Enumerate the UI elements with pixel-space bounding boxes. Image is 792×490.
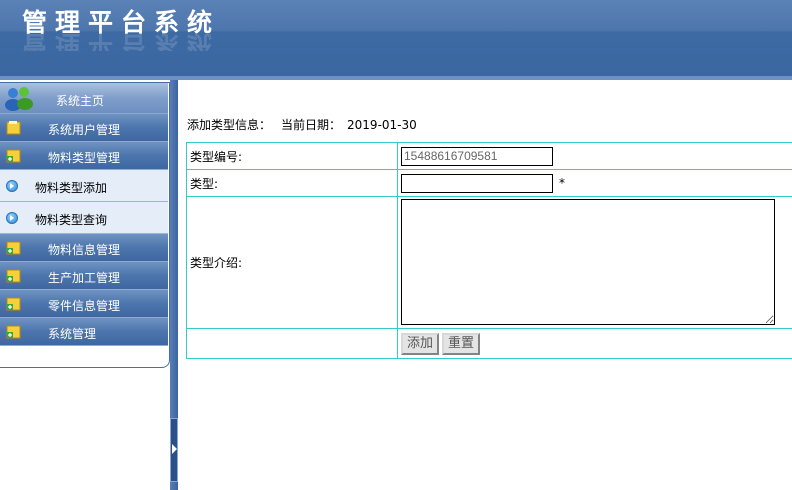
type-input[interactable] — [401, 173, 553, 193]
arrow-circle-icon — [6, 180, 18, 192]
sidebar-item-home[interactable]: 系统主页 — [0, 83, 168, 114]
page-info: 添加类型信息： 当前日期： 2019-01-30 — [187, 116, 427, 133]
add-type-form: 类型编号: 类型: * 类型介绍: 添加重置 — [186, 142, 792, 359]
sidebar-item-label: 物料类型添加 — [35, 181, 108, 195]
sidebar-item-label: 系统主页 — [56, 94, 105, 108]
folder-add-icon — [6, 269, 21, 283]
sidebar-item-label: 物料类型查询 — [35, 213, 108, 227]
sidebar-item-label: 零件信息管理 — [48, 299, 121, 313]
folder-icon — [6, 121, 21, 135]
chevron-right-icon — [172, 444, 177, 454]
folder-add-icon — [6, 241, 21, 255]
date-value: 2019-01-30 — [347, 118, 417, 132]
date-label: 当前日期： — [281, 118, 342, 132]
sidebar-item-label: 系统用户管理 — [48, 123, 121, 137]
sidebar-menu: 系统主页 系统用户管理 物料类型管理 物料类型添加 物料类型查询 物料信息管理 — [0, 82, 170, 368]
arrow-circle-icon — [6, 212, 18, 224]
form-row-intro: 类型介绍: — [186, 196, 792, 329]
code-input[interactable] — [401, 146, 553, 166]
form-row-code: 类型编号: — [186, 142, 792, 170]
folder-add-icon — [6, 325, 21, 339]
sidebar-item-production[interactable]: 生产加工管理 — [0, 262, 168, 290]
sidebar-item-label: 物料信息管理 — [48, 243, 121, 257]
sidebar-item-material-types[interactable]: 物料类型管理 — [0, 142, 168, 170]
sidebar-item-label: 物料类型管理 — [48, 151, 121, 165]
code-label: 类型编号: — [186, 142, 398, 170]
header-banner: 管理平台系统 管理平台系统 — [0, 0, 792, 80]
add-button[interactable]: 添加 — [401, 332, 440, 355]
users-icon — [5, 87, 33, 111]
sidebar-subitem-query-type[interactable]: 物料类型查询 — [0, 202, 168, 234]
required-mark: * — [559, 176, 565, 190]
reset-button[interactable]: 重置 — [442, 332, 481, 355]
form-row-type: 类型: * — [186, 169, 792, 197]
app-title-reflection: 管理平台系统 — [22, 31, 221, 51]
type-label: 类型: — [186, 169, 398, 197]
intro-textarea[interactable] — [401, 199, 775, 325]
page-title: 添加类型信息： — [187, 118, 272, 132]
sidebar-item-material-info[interactable]: 物料信息管理 — [0, 234, 168, 262]
sidebar-item-label: 生产加工管理 — [48, 271, 121, 285]
folder-add-icon — [6, 297, 21, 311]
intro-label: 类型介绍: — [186, 196, 398, 329]
sidebar-toggle-button[interactable] — [170, 418, 178, 482]
sidebar-item-users[interactable]: 系统用户管理 — [0, 114, 168, 142]
form-row-actions: 添加 重置 — [186, 328, 792, 359]
sidebar-item-parts[interactable]: 零件信息管理 — [0, 290, 168, 318]
folder-add-icon — [6, 149, 21, 163]
sidebar-subitem-add-type[interactable]: 物料类型添加 — [0, 170, 168, 202]
sidebar-item-label: 系统管理 — [48, 327, 97, 341]
sidebar-item-system[interactable]: 系统管理 — [0, 318, 168, 346]
